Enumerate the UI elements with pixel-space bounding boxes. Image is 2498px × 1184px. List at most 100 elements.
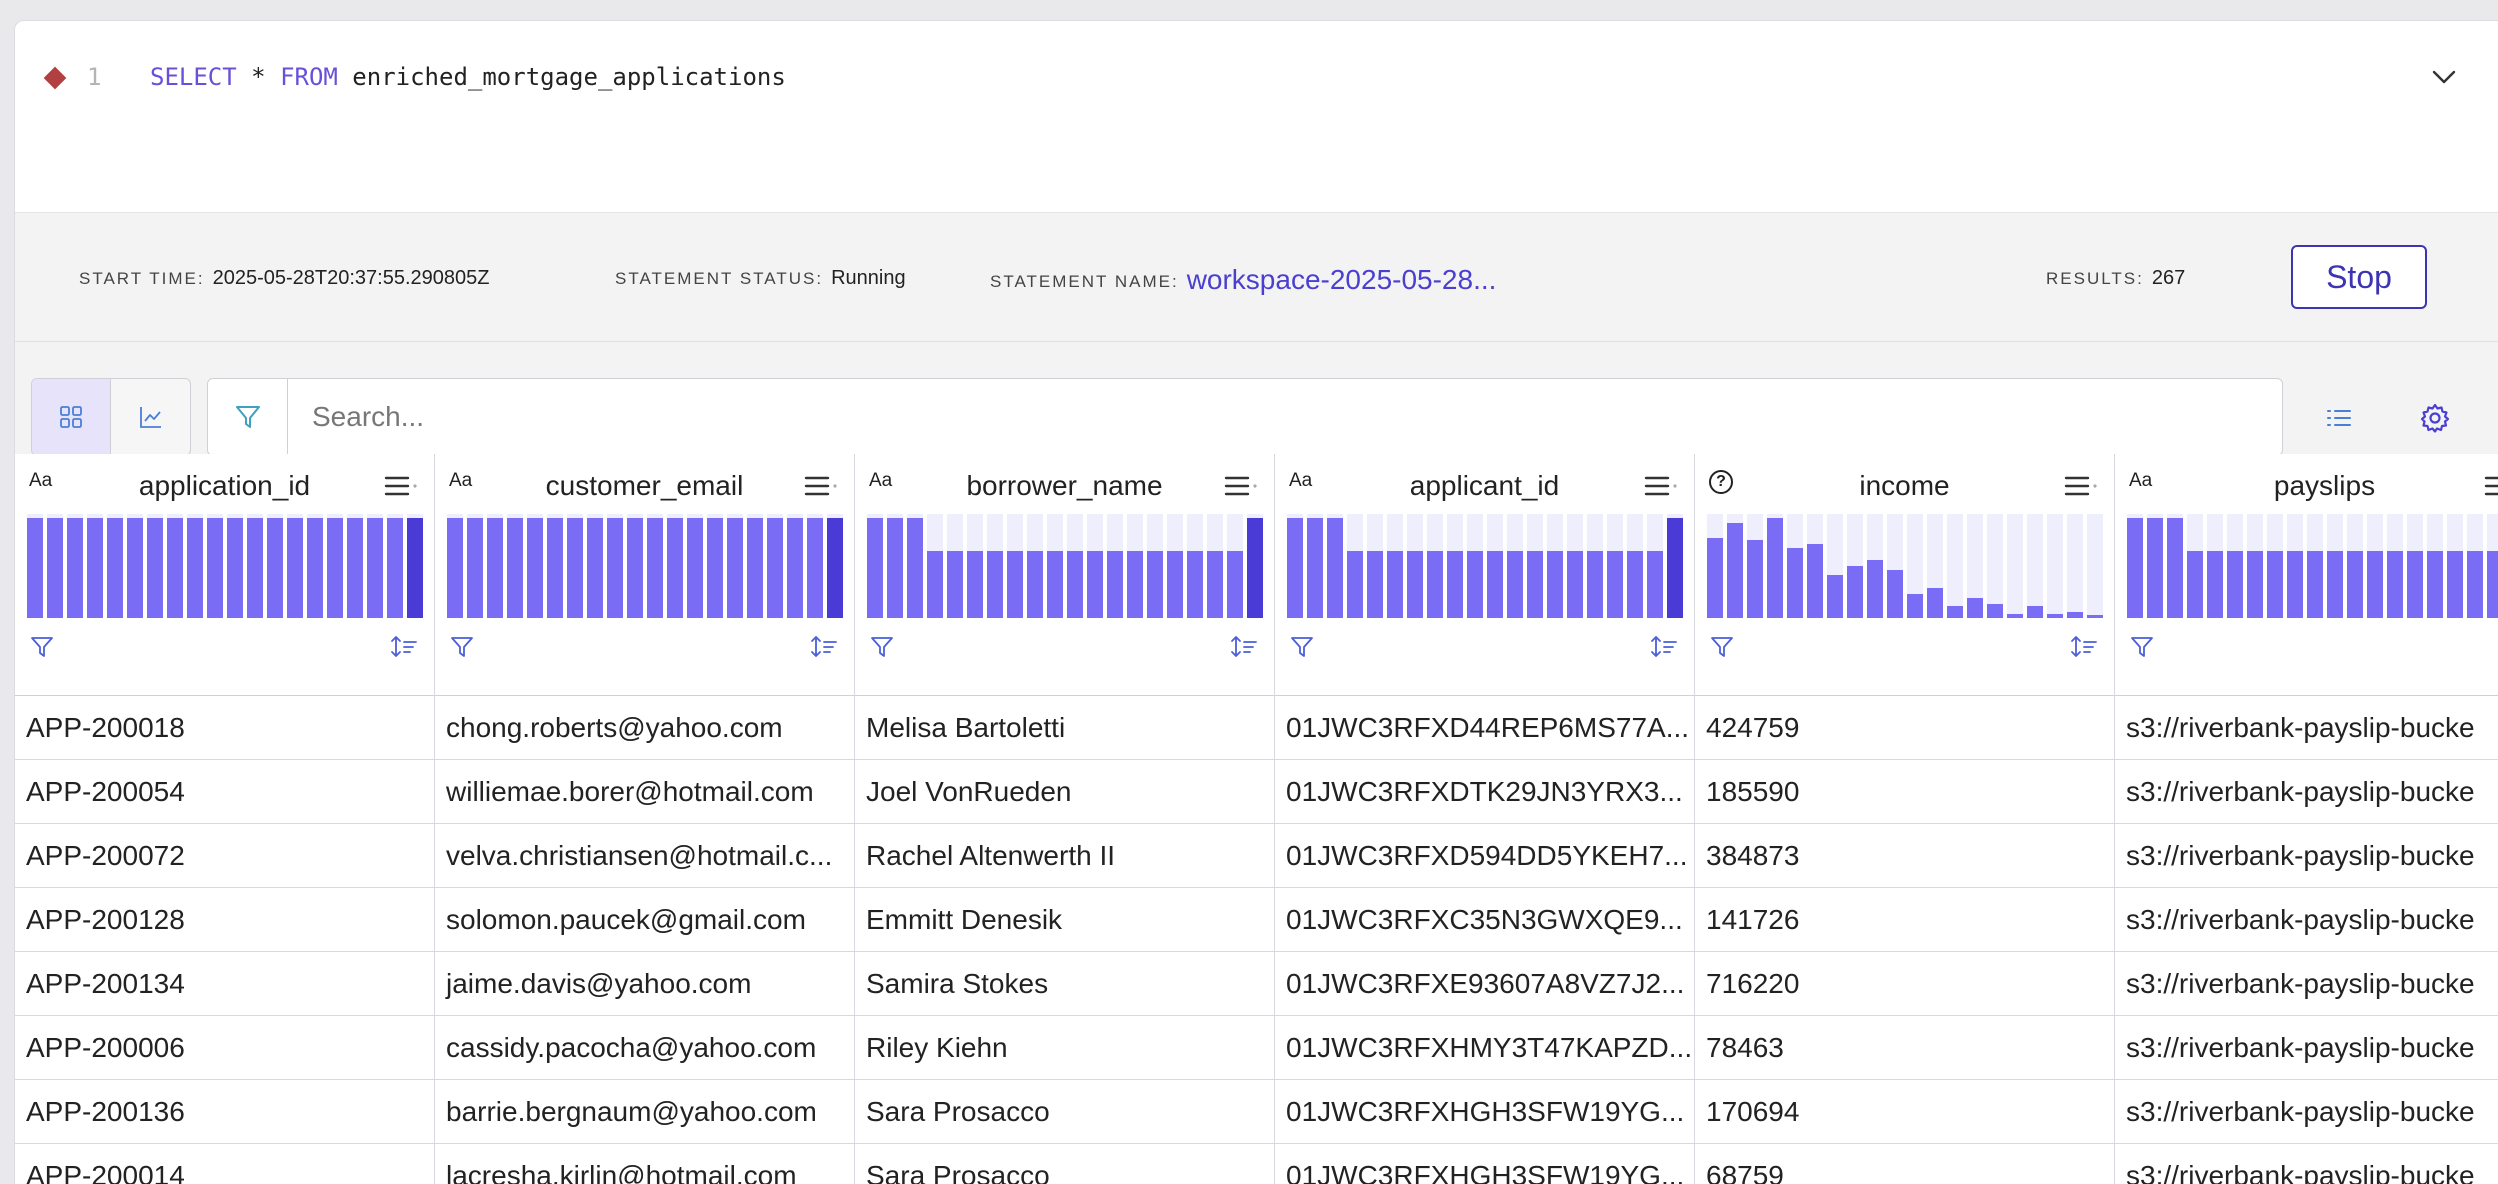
- histogram-bar[interactable]: [1387, 551, 1403, 618]
- histogram-bar[interactable]: [47, 518, 63, 618]
- histogram-bar[interactable]: [87, 518, 103, 618]
- histogram-bar[interactable]: [927, 551, 943, 618]
- histogram-bar[interactable]: [1707, 538, 1723, 618]
- table-cell[interactable]: velva.christiansen@hotmail.c...: [435, 824, 854, 888]
- histogram-bar[interactable]: [1787, 548, 1803, 618]
- histogram-bar[interactable]: [1027, 551, 1043, 618]
- histogram-bar[interactable]: [1887, 570, 1903, 618]
- histogram-bar[interactable]: [1107, 551, 1123, 618]
- histogram-bar[interactable]: [2127, 518, 2143, 618]
- histogram-bar[interactable]: [567, 518, 583, 618]
- histogram-bar[interactable]: [1347, 551, 1363, 618]
- histogram-bar[interactable]: [1667, 518, 1683, 618]
- histogram-bar[interactable]: [1227, 551, 1243, 618]
- histogram-bar[interactable]: [2447, 551, 2463, 618]
- column-menu-icon[interactable]: [2484, 474, 2498, 498]
- table-cell[interactable]: s3://riverbank-payslip-bucke: [2115, 760, 2498, 824]
- histogram-bar[interactable]: [1127, 551, 1143, 618]
- table-cell[interactable]: Emmitt Denesik: [855, 888, 1274, 952]
- column-header[interactable]: Aa customer_email: [435, 454, 854, 696]
- table-cell[interactable]: 141726: [1695, 888, 2114, 952]
- histogram-bar[interactable]: [1427, 551, 1443, 618]
- histogram-bar[interactable]: [1467, 551, 1483, 618]
- histogram-bar[interactable]: [1407, 551, 1423, 618]
- table-cell[interactable]: 01JWC3RFXHGH3SFW19YG...: [1275, 1080, 1694, 1144]
- histogram-bar[interactable]: [1947, 606, 1963, 618]
- column-histogram[interactable]: [867, 514, 1263, 618]
- histogram-bar[interactable]: [947, 551, 963, 618]
- table-cell[interactable]: chong.roberts@yahoo.com: [435, 696, 854, 760]
- histogram-bar[interactable]: [1827, 575, 1843, 618]
- table-view-button[interactable]: [32, 379, 111, 455]
- histogram-bar[interactable]: [1067, 551, 1083, 618]
- histogram-bar[interactable]: [1007, 551, 1023, 618]
- sql-code-line[interactable]: SELECT * FROM enriched_mortgage_applicat…: [150, 63, 786, 91]
- histogram-bar[interactable]: [1447, 551, 1463, 618]
- column-histogram[interactable]: [27, 514, 423, 618]
- histogram-bar[interactable]: [107, 518, 123, 618]
- table-cell[interactable]: Sara Prosacco: [855, 1144, 1274, 1184]
- histogram-bar[interactable]: [2487, 551, 2498, 618]
- column-filter-icon[interactable]: [869, 634, 895, 660]
- histogram-bar[interactable]: [867, 518, 883, 618]
- histogram-bar[interactable]: [227, 518, 243, 618]
- table-cell[interactable]: barrie.bergnaum@yahoo.com: [435, 1080, 854, 1144]
- column-sort-icon[interactable]: [2070, 634, 2098, 660]
- histogram-bar[interactable]: [667, 518, 683, 618]
- histogram-bar[interactable]: [747, 518, 763, 618]
- column-filter-icon[interactable]: [1709, 634, 1735, 660]
- histogram-bar[interactable]: [2187, 551, 2203, 618]
- sql-editor[interactable]: 1 SELECT * FROM enriched_mortgage_applic…: [15, 21, 2498, 212]
- filter-button[interactable]: [208, 379, 288, 455]
- column-filter-icon[interactable]: [449, 634, 475, 660]
- histogram-bar[interactable]: [2087, 615, 2103, 618]
- column-histogram[interactable]: [1707, 514, 2103, 618]
- histogram-bar[interactable]: [1567, 551, 1583, 618]
- histogram-bar[interactable]: [387, 518, 403, 618]
- histogram-bar[interactable]: [2407, 551, 2423, 618]
- histogram-bar[interactable]: [647, 518, 663, 618]
- histogram-bar[interactable]: [1327, 518, 1343, 618]
- table-cell[interactable]: Samira Stokes: [855, 952, 1274, 1016]
- list-view-icon[interactable]: [2319, 398, 2359, 438]
- table-cell[interactable]: 716220: [1695, 952, 2114, 1016]
- histogram-bar[interactable]: [467, 518, 483, 618]
- histogram-bar[interactable]: [1307, 518, 1323, 618]
- histogram-bar[interactable]: [1507, 551, 1523, 618]
- histogram-bar[interactable]: [2027, 606, 2043, 618]
- table-cell[interactable]: 424759: [1695, 696, 2114, 760]
- settings-gear-icon[interactable]: [2415, 398, 2455, 438]
- histogram-bar[interactable]: [907, 518, 923, 618]
- column-header[interactable]: Aa applicant_id: [1275, 454, 1694, 696]
- histogram-bar[interactable]: [287, 518, 303, 618]
- histogram-bar[interactable]: [1487, 551, 1503, 618]
- table-cell[interactable]: Riley Kiehn: [855, 1016, 1274, 1080]
- histogram-bar[interactable]: [267, 518, 283, 618]
- histogram-bar[interactable]: [1807, 544, 1823, 618]
- table-cell[interactable]: Melisa Bartoletti: [855, 696, 1274, 760]
- histogram-bar[interactable]: [1727, 523, 1743, 618]
- histogram-bar[interactable]: [367, 518, 383, 618]
- histogram-bar[interactable]: [547, 518, 563, 618]
- histogram-bar[interactable]: [627, 518, 643, 618]
- table-cell[interactable]: cassidy.pacocha@yahoo.com: [435, 1016, 854, 1080]
- histogram-bar[interactable]: [2227, 551, 2243, 618]
- column-header[interactable]: Aa payslips: [2115, 454, 2498, 696]
- histogram-bar[interactable]: [2307, 551, 2323, 618]
- histogram-bar[interactable]: [1527, 551, 1543, 618]
- histogram-bar[interactable]: [1547, 551, 1563, 618]
- table-cell[interactable]: 170694: [1695, 1080, 2114, 1144]
- statement-name-link[interactable]: workspace-2025-05-28...: [1187, 264, 1497, 295]
- histogram-bar[interactable]: [707, 518, 723, 618]
- column-filter-icon[interactable]: [2129, 634, 2155, 660]
- histogram-bar[interactable]: [887, 518, 903, 618]
- histogram-bar[interactable]: [1287, 518, 1303, 618]
- histogram-bar[interactable]: [2167, 518, 2183, 618]
- histogram-bar[interactable]: [607, 518, 623, 618]
- table-cell[interactable]: 01JWC3RFXC35N3GWXQE9...: [1275, 888, 1694, 952]
- histogram-bar[interactable]: [2347, 551, 2363, 618]
- histogram-bar[interactable]: [187, 518, 203, 618]
- histogram-bar[interactable]: [207, 518, 223, 618]
- histogram-bar[interactable]: [1867, 560, 1883, 618]
- table-cell[interactable]: APP-200006: [15, 1016, 434, 1080]
